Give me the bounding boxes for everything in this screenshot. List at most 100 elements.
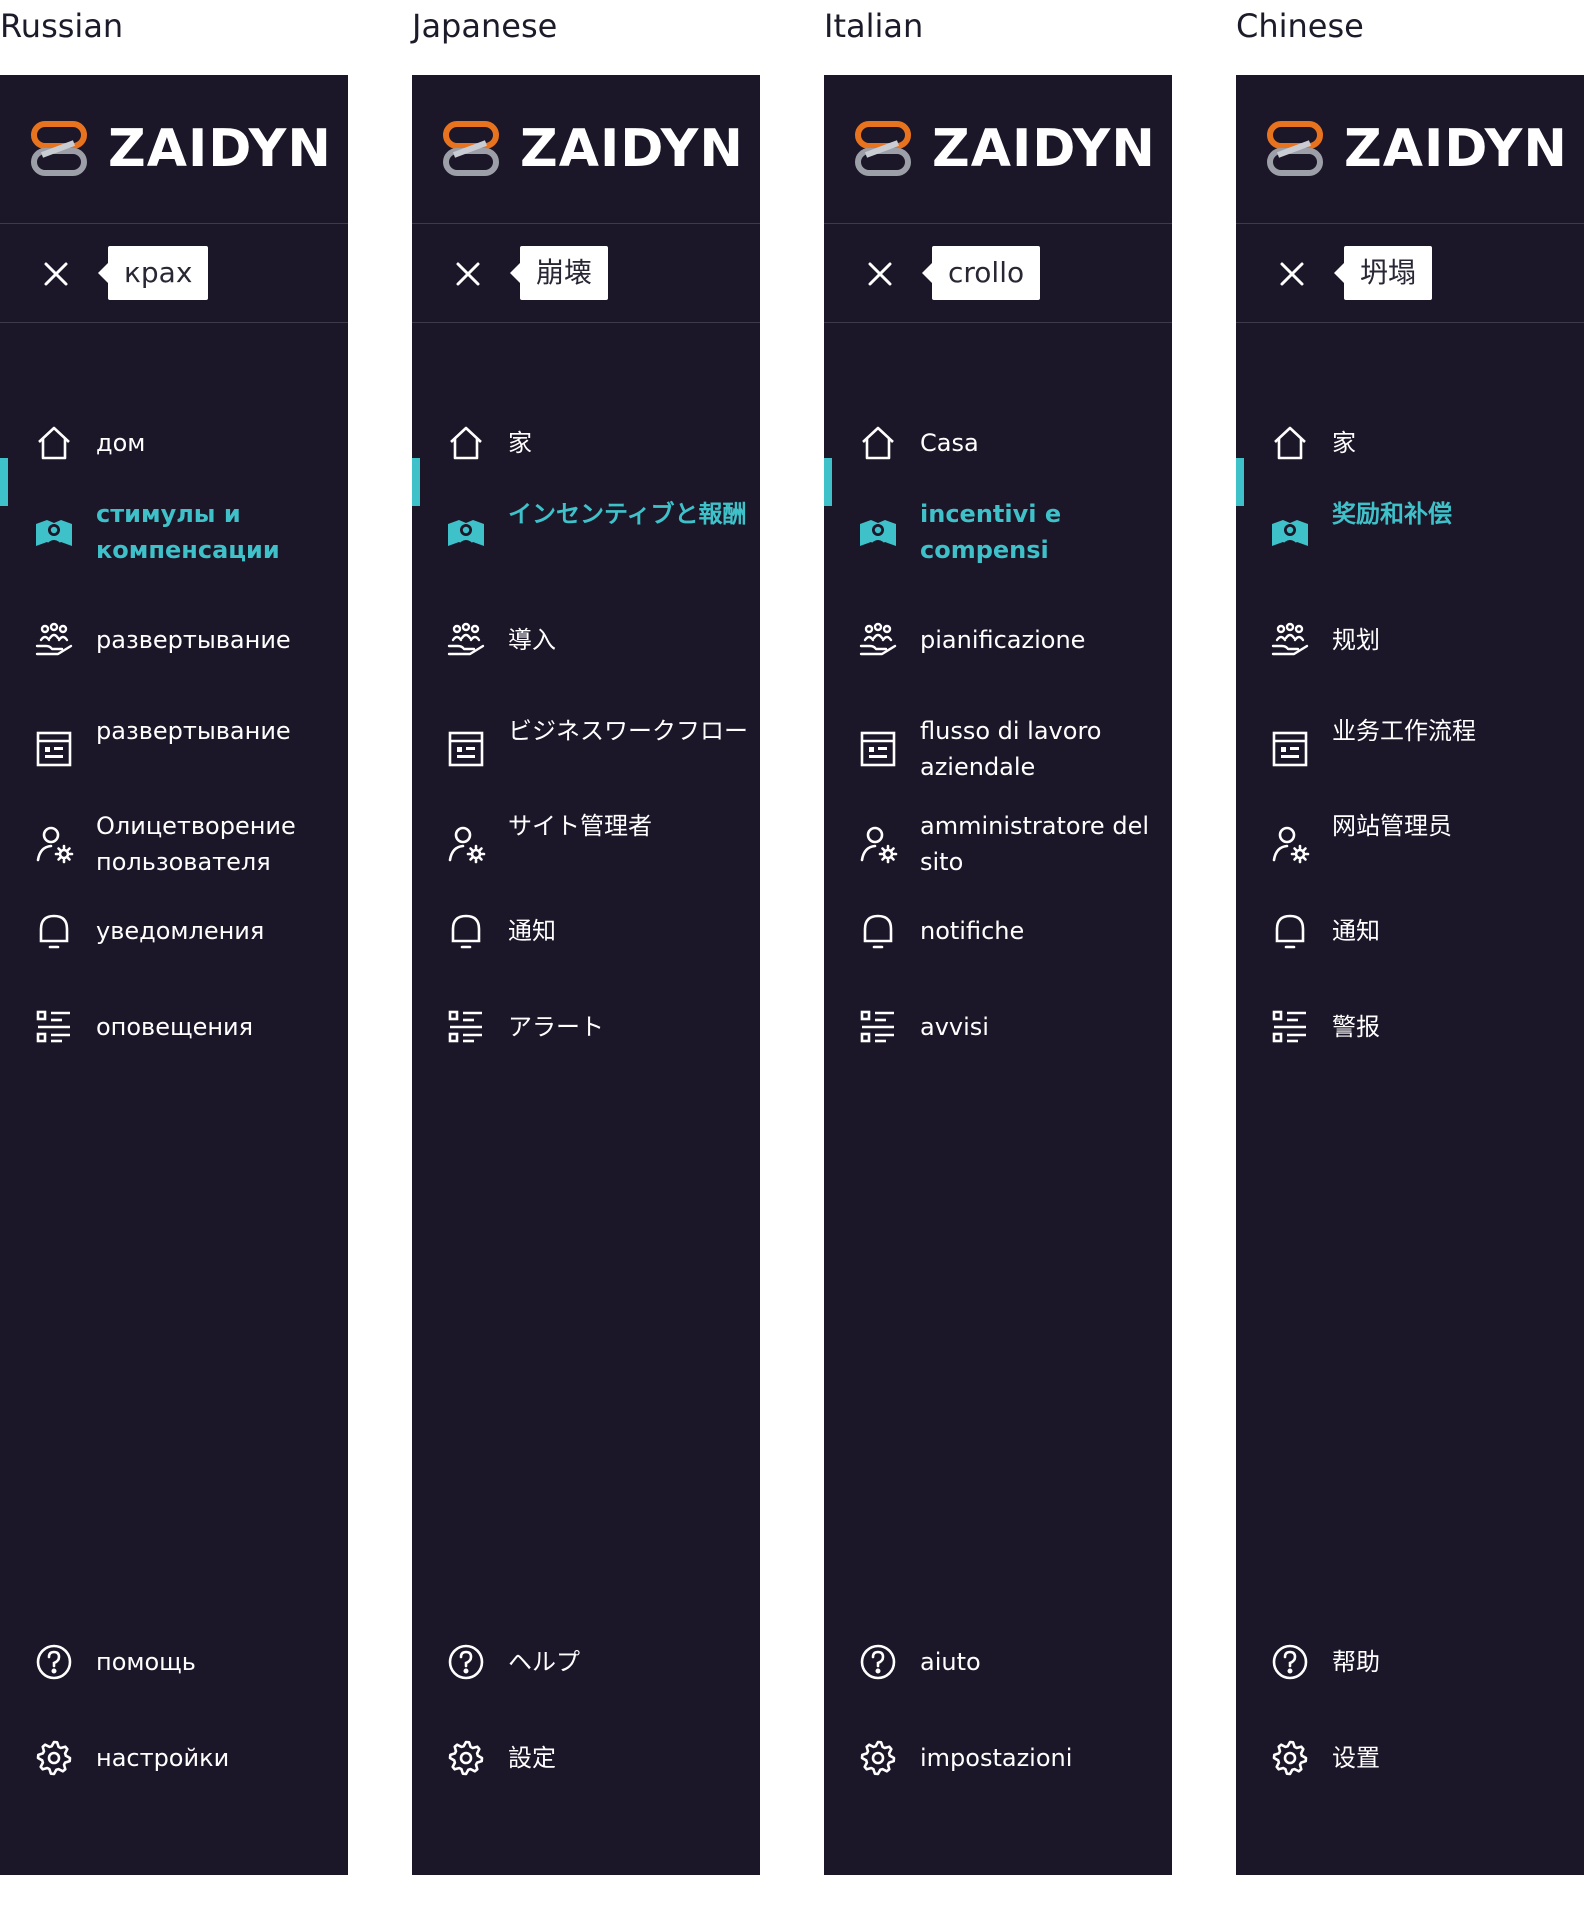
bell-icon (34, 911, 74, 951)
nav-item-list[interactable]: アラート (412, 997, 760, 1057)
nav-item-settings[interactable]: 设置 (1236, 1728, 1584, 1788)
nav-item-bell[interactable]: notifiche (824, 901, 1172, 961)
nav-item-label: 家 (508, 429, 532, 457)
zaidyn-logo-icon (854, 121, 914, 177)
workflow-icon (446, 729, 486, 769)
language-label: Japanese (412, 7, 558, 45)
hand-people-icon (34, 620, 74, 660)
collapse-tooltip: 崩壊 (509, 246, 609, 300)
nav-item-incentive[interactable]: インセンティブと報酬 (412, 490, 760, 574)
nav-item-home[interactable]: Casa (824, 413, 1172, 473)
nav-item-incentive[interactable]: стимулы и компенсации (0, 490, 348, 574)
language-label: Italian (824, 7, 924, 45)
hand-people-icon (1270, 620, 1310, 660)
list-icon (34, 1007, 74, 1047)
nav-item-label: Casa (920, 429, 979, 457)
nav-item-bell[interactable]: уведомления (0, 901, 348, 961)
user-gear-icon (1270, 824, 1310, 864)
nav-item-label: 通知 (508, 917, 556, 945)
nav-item-label: 设置 (1332, 1744, 1380, 1772)
nav-item-workflow[interactable]: ビジネスワークフロー (412, 707, 760, 791)
brand-header: ZAIDYN (1236, 75, 1584, 224)
hand-people-icon (446, 620, 486, 660)
nav-item-hand-people[interactable]: развертывание (0, 610, 348, 670)
zaidyn-logo-icon (1266, 121, 1326, 177)
close-icon[interactable] (452, 258, 484, 290)
nav-item-label: notifiche (920, 917, 1025, 945)
hand-people-icon (858, 620, 898, 660)
nav-item-hand-people[interactable]: 導入 (412, 610, 760, 670)
nav-item-user-gear[interactable]: Олицетворение пользователя (0, 802, 348, 886)
nav-item-help[interactable]: помощь (0, 1632, 348, 1692)
nav-item-user-gear[interactable]: amministratore del sito (824, 802, 1172, 886)
nav-item-label: 业务工作流程 (1332, 717, 1476, 745)
nav-item-label: уведомления (96, 917, 265, 945)
nav-item-settings[interactable]: impostazioni (824, 1728, 1172, 1788)
sidebar-panel: ZAIDYN 坍塌家奖励和补偿 规划 业务工作流程 网站管理员 通知 警报 帮助 设置 (1236, 75, 1584, 1875)
incentive-icon (34, 512, 74, 552)
nav-item-incentive[interactable]: incentivi e compensi (824, 490, 1172, 574)
nav-item-label: 网站管理员 (1332, 812, 1452, 840)
nav-item-hand-people[interactable]: pianificazione (824, 610, 1172, 670)
nav-item-list[interactable]: оповещения (0, 997, 348, 1057)
collapse-tooltip: crollo (921, 246, 1041, 300)
brand-name: ZAIDYN (1344, 119, 1568, 179)
settings-icon (1270, 1738, 1310, 1778)
nav-item-settings[interactable]: настройки (0, 1728, 348, 1788)
workflow-icon (1270, 729, 1310, 769)
brand-header: ZAIDYN (824, 75, 1172, 224)
nav-item-help[interactable]: 帮助 (1236, 1632, 1584, 1692)
nav-item-label: ヘルプ (508, 1648, 580, 1676)
nav-item-help[interactable]: aiuto (824, 1632, 1172, 1692)
nav-item-workflow[interactable]: развертывание (0, 707, 348, 791)
nav-item-hand-people[interactable]: 规划 (1236, 610, 1584, 670)
nav-item-label: оповещения (96, 1013, 254, 1041)
nav-item-user-gear[interactable]: サイト管理者 (412, 802, 760, 886)
nav-item-bell[interactable]: 通知 (1236, 901, 1584, 961)
nav-item-label: amministratore del sito (920, 812, 1149, 876)
home-icon (34, 423, 74, 463)
language-column: Russian ZAIDYN крах дом стимулы и компенсаци… (0, 0, 360, 1924)
nav-item-list[interactable]: avvisi (824, 997, 1172, 1057)
help-icon (446, 1642, 486, 1682)
nav-item-home[interactable]: 家 (412, 413, 760, 473)
language-column: Italian ZAIDYN crollo Casa incentivi e compe… (824, 0, 1184, 1924)
nav-item-help[interactable]: ヘルプ (412, 1632, 760, 1692)
nav-item-label: настройки (96, 1744, 230, 1772)
nav-item-label: アラート (508, 1013, 604, 1041)
incentive-icon (1270, 512, 1310, 552)
help-icon (858, 1642, 898, 1682)
nav-item-label: ビジネスワークフロー (508, 717, 748, 745)
home-icon (1270, 423, 1310, 463)
nav-item-label: 帮助 (1332, 1648, 1380, 1676)
nav-item-label: дом (96, 429, 146, 457)
nav-item-label: 家 (1332, 429, 1356, 457)
nav-item-workflow[interactable]: 业务工作流程 (1236, 707, 1584, 791)
nav-item-bell[interactable]: 通知 (412, 901, 760, 961)
list-icon (858, 1007, 898, 1047)
collapse-row: крах (0, 224, 348, 323)
nav-item-label: помощь (96, 1648, 196, 1676)
nav-item-settings[interactable]: 設定 (412, 1728, 760, 1788)
nav-item-list[interactable]: 警报 (1236, 997, 1584, 1057)
nav-item-workflow[interactable]: flusso di lavoro aziendale (824, 707, 1172, 791)
brand-header: ZAIDYN (412, 75, 760, 224)
nav-item-label: 警报 (1332, 1013, 1380, 1041)
close-icon[interactable] (1276, 258, 1308, 290)
nav-item-home[interactable]: дом (0, 413, 348, 473)
nav-item-user-gear[interactable]: 网站管理员 (1236, 802, 1584, 886)
help-icon (34, 1642, 74, 1682)
nav-item-label: 導入 (508, 626, 556, 654)
settings-icon (446, 1738, 486, 1778)
nav-item-label: 通知 (1332, 917, 1380, 945)
home-icon (858, 423, 898, 463)
close-icon[interactable] (40, 258, 72, 290)
nav-item-home[interactable]: 家 (1236, 413, 1584, 473)
nav-item-label: 奖励和补偿 (1332, 500, 1452, 528)
nav-item-incentive[interactable]: 奖励和补偿 (1236, 490, 1584, 574)
incentive-icon (858, 512, 898, 552)
nav-item-label: サイト管理者 (508, 812, 652, 840)
settings-icon (858, 1738, 898, 1778)
close-icon[interactable] (864, 258, 896, 290)
language-column: Japanese ZAIDYN 崩壊家インセンティブと報酬導入ビジネスワークフローサ… (412, 0, 772, 1924)
